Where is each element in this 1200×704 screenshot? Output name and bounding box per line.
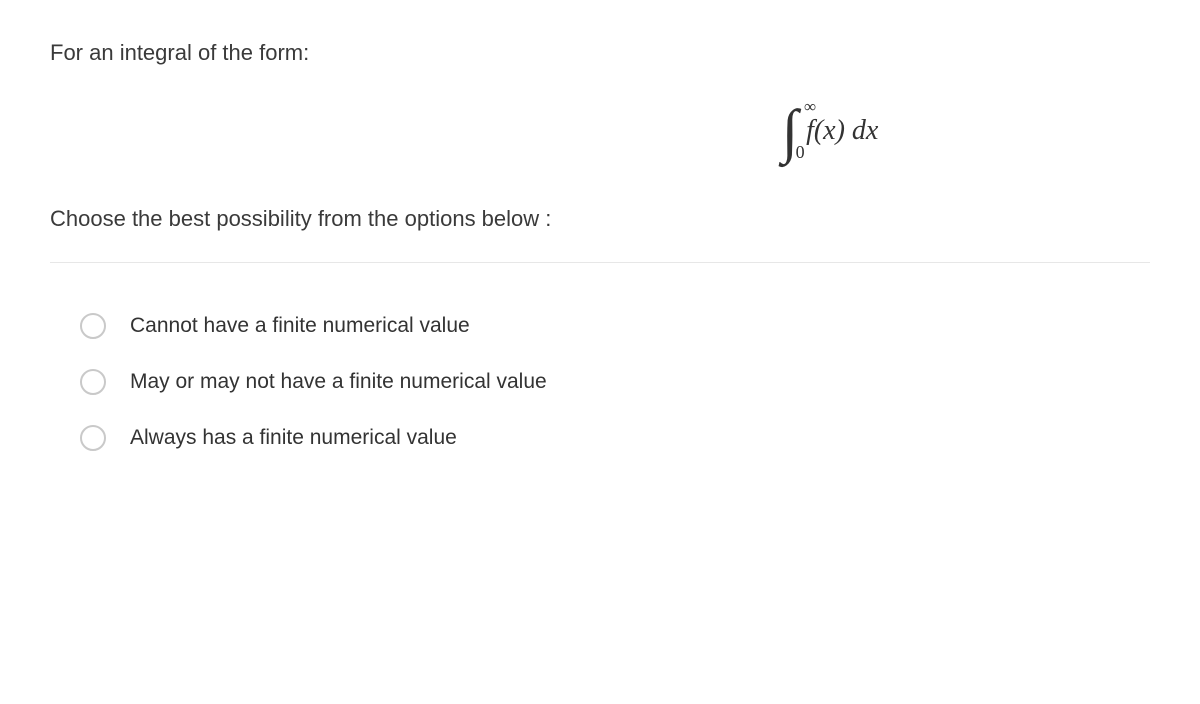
question-intro: For an integral of the form: xyxy=(50,40,1150,66)
option-row[interactable]: Cannot have a finite numerical value xyxy=(80,313,1150,339)
formula-display: ∫ ∞ 0 f(x) dx xyxy=(50,101,1150,161)
option-label: Cannot have a finite numerical value xyxy=(130,314,470,338)
option-row[interactable]: Always has a finite numerical value xyxy=(80,425,1150,451)
options-list: Cannot have a finite numerical value May… xyxy=(50,313,1150,451)
integral-lower-limit: 0 xyxy=(796,142,805,163)
question-instruction: Choose the best possibility from the opt… xyxy=(50,206,1150,232)
integrand: f(x) dx xyxy=(806,115,878,147)
option-row[interactable]: May or may not have a finite numerical v… xyxy=(80,369,1150,395)
divider xyxy=(50,262,1150,263)
option-label: Always has a finite numerical value xyxy=(130,426,457,450)
radio-icon[interactable] xyxy=(80,369,106,395)
integral-upper-limit: ∞ xyxy=(804,97,816,117)
radio-icon[interactable] xyxy=(80,313,106,339)
radio-icon[interactable] xyxy=(80,425,106,451)
option-label: May or may not have a finite numerical v… xyxy=(130,370,547,394)
